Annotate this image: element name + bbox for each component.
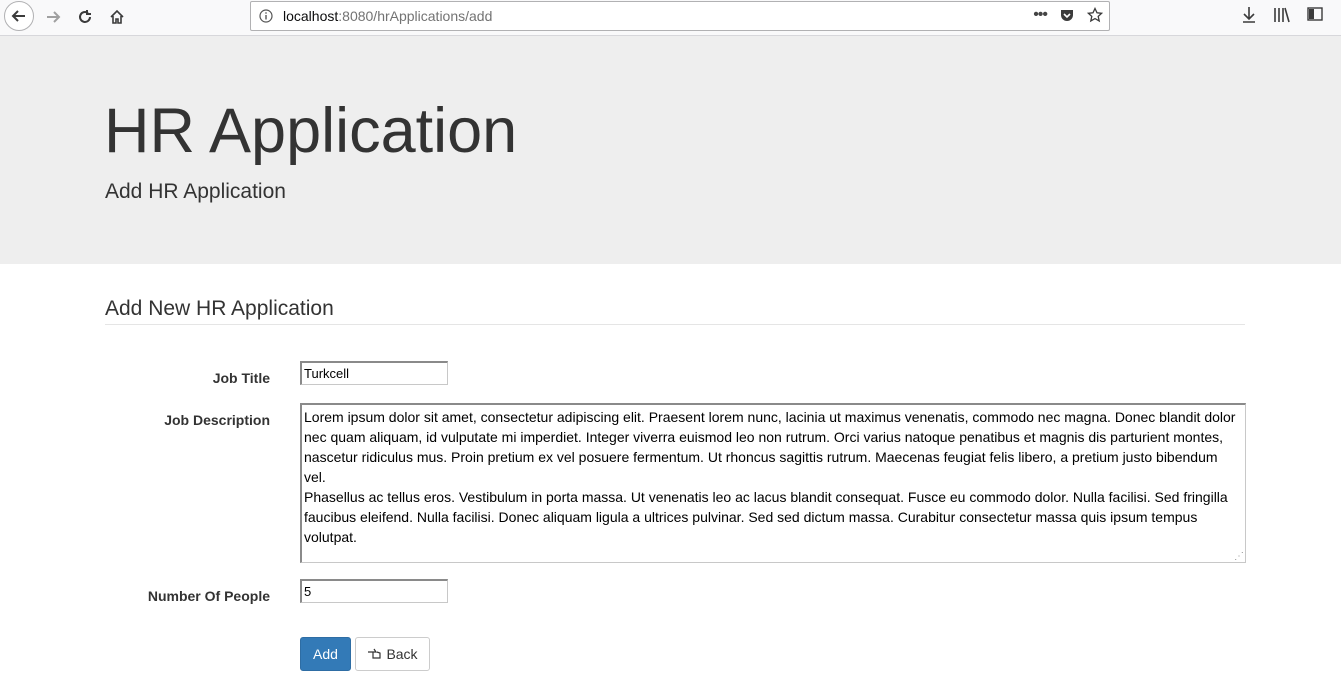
forward-icon[interactable] (38, 2, 68, 32)
resize-grip-icon[interactable]: ⋰ (1234, 551, 1244, 562)
browser-toolbar: localhost:8080/hrApplications/add ••• (0, 0, 1341, 36)
download-icon[interactable] (1241, 6, 1257, 24)
star-icon[interactable] (1087, 7, 1103, 23)
pocket-icon[interactable] (1059, 7, 1075, 23)
more-icon[interactable]: ••• (1033, 6, 1048, 24)
divider (105, 324, 1245, 325)
section-title: Add New HR Application (105, 297, 334, 320)
number-of-people-input[interactable] (300, 579, 448, 603)
job-description-textarea[interactable]: Lorem ipsum dolor sit amet, consectetur … (300, 403, 1246, 563)
home-icon[interactable] (102, 2, 132, 32)
job-title-label: Job Title (212, 370, 270, 386)
url-path: :8080/hrApplications/add (338, 8, 493, 24)
library-icon[interactable] (1273, 6, 1291, 24)
info-icon[interactable] (259, 9, 273, 23)
url-bar[interactable]: localhost:8080/hrApplications/add ••• (250, 1, 1110, 31)
page-title: HR Application (104, 96, 518, 166)
url-host: localhost (283, 8, 339, 24)
page-subtitle: Add HR Application (105, 180, 286, 203)
job-description-label: Job Description (164, 412, 270, 428)
back-icon[interactable] (4, 1, 34, 31)
back-button[interactable]: Back (355, 637, 430, 671)
add-button[interactable]: Add (300, 637, 351, 671)
back-button-label: Back (386, 646, 418, 662)
reload-icon[interactable] (70, 2, 100, 32)
sidebar-icon[interactable] (1307, 6, 1323, 24)
job-title-input[interactable] (300, 361, 448, 385)
jumbotron-header: HR Application Add HR Application (0, 36, 1341, 264)
number-of-people-label: Number Of People (147, 588, 270, 604)
hand-left-icon (367, 647, 383, 661)
